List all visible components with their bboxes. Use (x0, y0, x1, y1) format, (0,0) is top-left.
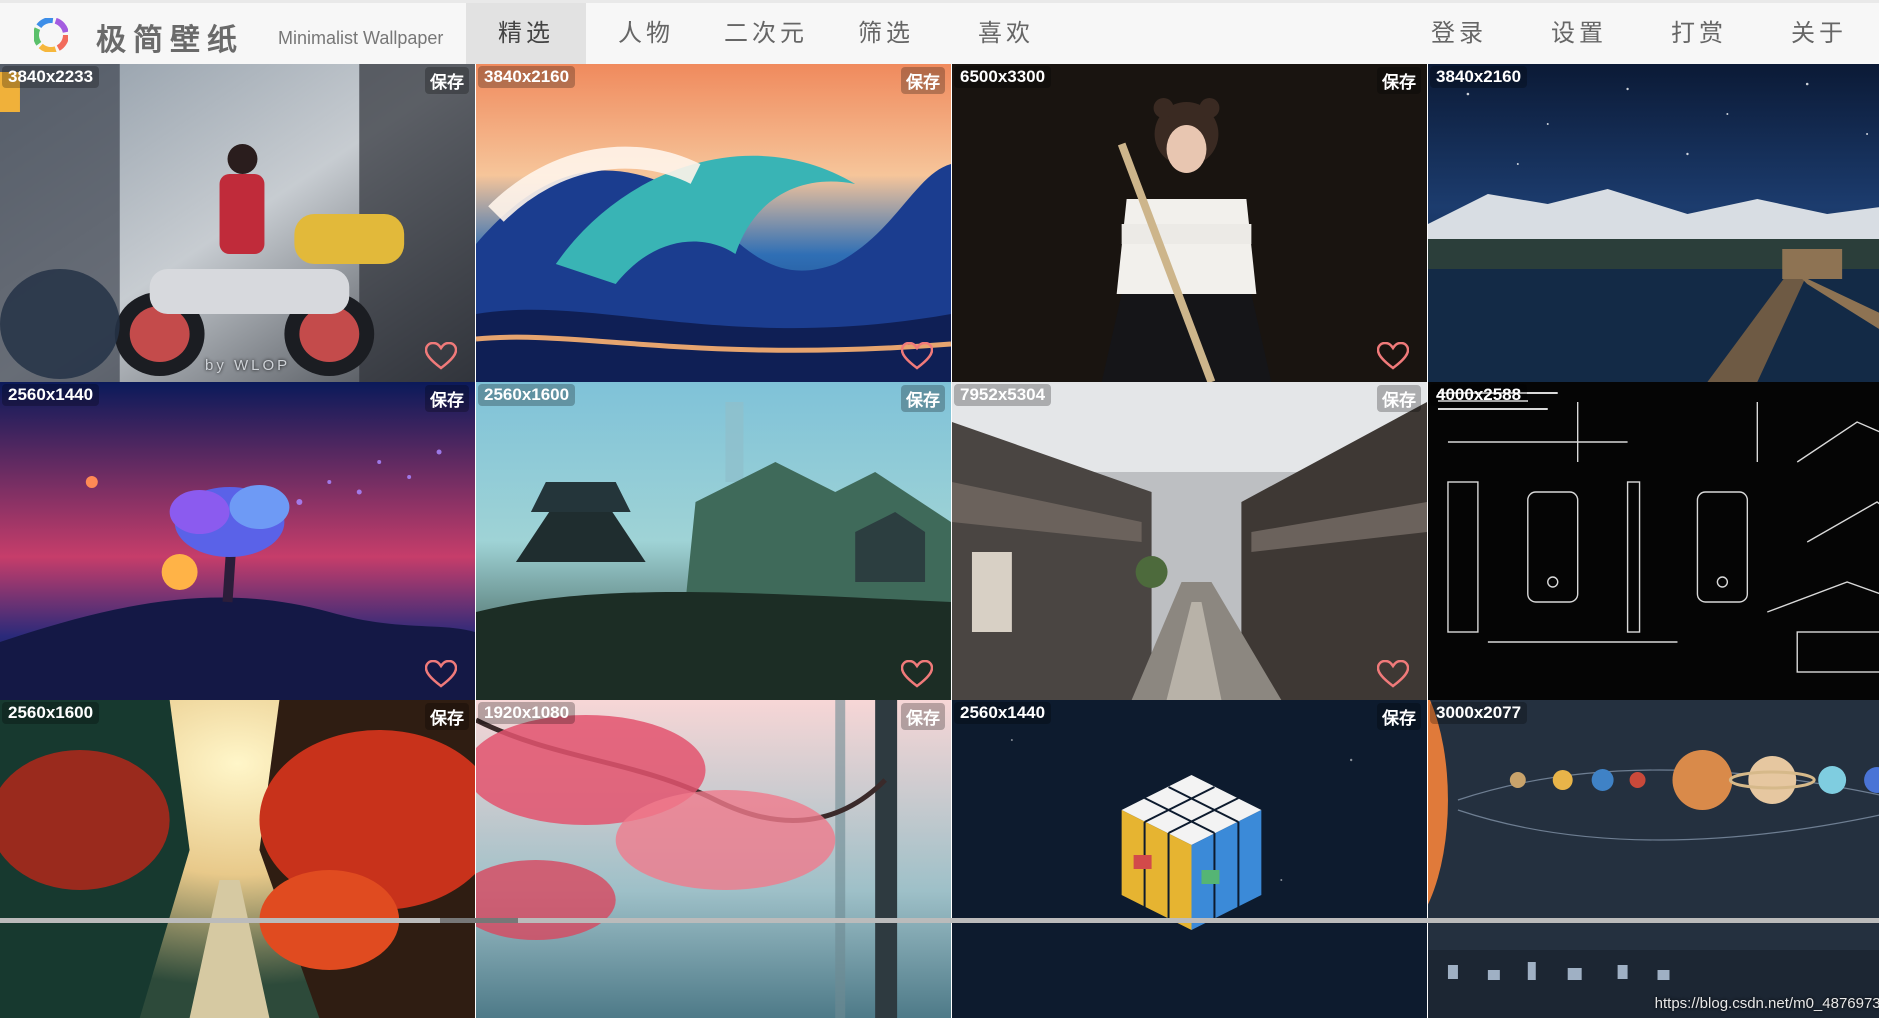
wallpaper-image[interactable] (952, 700, 1427, 1018)
save-button[interactable]: 保存 (901, 385, 945, 412)
brand-title[interactable]: 极简壁纸 (96, 15, 244, 59)
wallpaper-image[interactable] (0, 382, 475, 700)
resolution-label: 3840x2233 (2, 66, 100, 88)
donate-link[interactable]: 打赏 (1639, 3, 1759, 64)
resolution-label: 6500x3300 (954, 66, 1052, 88)
tab-filter[interactable]: 筛选 (826, 3, 946, 64)
wallpaper-image[interactable] (952, 64, 1427, 382)
settings-link[interactable]: 设置 (1519, 3, 1639, 64)
heart-icon[interactable] (425, 660, 457, 688)
resolution-label: 2560x1600 (2, 702, 100, 724)
top-header: 极简壁纸 Minimalist Wallpaper 精选 人物 二次元 筛选 喜… (0, 0, 1879, 64)
save-button[interactable]: 保存 (901, 67, 945, 94)
resolution-label: 3840x2160 (478, 66, 576, 88)
save-button[interactable]: 保存 (901, 703, 945, 730)
wallpaper-card[interactable]: 2560x1600 保存 (476, 382, 952, 700)
wallpaper-card[interactable]: 4000x2588 保存 (1428, 382, 1879, 700)
resolution-label: 4000x2588 (1430, 384, 1528, 406)
save-button[interactable]: 保存 (1377, 67, 1421, 94)
wallpaper-card[interactable]: 6500x3300 保存 (952, 64, 1428, 382)
tab-anime[interactable]: 二次元 (706, 3, 826, 64)
wallpaper-image[interactable] (0, 64, 475, 382)
wallpaper-card[interactable]: 1920x1080 保存 (476, 700, 952, 1018)
heart-icon[interactable] (1377, 660, 1409, 688)
tab-featured[interactable]: 精选 (466, 3, 586, 64)
heart-icon[interactable] (1377, 342, 1409, 370)
save-button[interactable]: 保存 (425, 703, 469, 730)
wallpaper-image[interactable] (1428, 64, 1879, 382)
about-link[interactable]: 关于 (1759, 3, 1879, 64)
horizontal-scrollbar[interactable] (0, 918, 1879, 923)
brand-subtitle: Minimalist Wallpaper (278, 28, 444, 48)
scrollbar-thumb[interactable] (440, 918, 518, 923)
wallpaper-image[interactable] (0, 700, 475, 1018)
wallpaper-card[interactable]: 2560x1440 保存 (952, 700, 1428, 1018)
save-button[interactable]: 保存 (425, 385, 469, 412)
wallpaper-card[interactable]: 2560x1440 保存 (0, 382, 476, 700)
resolution-label: 2560x1440 (2, 384, 100, 406)
artist-signature: by WLOP (205, 357, 291, 374)
wallpaper-image[interactable] (476, 700, 951, 1018)
resolution-label: 1920x1080 (478, 702, 576, 724)
wallpaper-card[interactable]: 3840x2233 保存 by WLOP (0, 64, 476, 382)
save-button[interactable]: 保存 (1377, 703, 1421, 730)
wallpaper-card[interactable]: 3840x2160 保存 (1428, 64, 1879, 382)
wallpaper-grid: 3840x2233 保存 by WLOP 3840x2160 保存 6500x3… (0, 64, 1879, 1018)
wallpaper-image[interactable] (476, 64, 951, 382)
wallpaper-image[interactable] (952, 382, 1427, 700)
logo-icon[interactable] (34, 18, 68, 52)
resolution-label: 2560x1440 (954, 702, 1052, 724)
wallpaper-card[interactable]: 3000x2077 保存 https://blog.csdn.net/m0_48… (1428, 700, 1879, 1018)
watermark-url: https://blog.csdn.net/m0_48769739 (1654, 995, 1879, 1012)
account-nav: 登录 设置 打赏 关于 (1399, 3, 1879, 64)
wallpaper-image[interactable] (1428, 382, 1879, 700)
wallpaper-card[interactable]: 2560x1600 保存 (0, 700, 476, 1018)
main-nav: 精选 人物 二次元 筛选 喜欢 (466, 3, 1066, 64)
save-button[interactable]: 保存 (425, 67, 469, 94)
heart-icon[interactable] (425, 342, 457, 370)
resolution-label: 3840x2160 (1430, 66, 1528, 88)
tab-favorites[interactable]: 喜欢 (946, 3, 1066, 64)
heart-icon[interactable] (901, 342, 933, 370)
login-link[interactable]: 登录 (1399, 3, 1519, 64)
tab-people[interactable]: 人物 (586, 3, 706, 64)
heart-icon[interactable] (901, 660, 933, 688)
resolution-label: 2560x1600 (478, 384, 576, 406)
save-button[interactable]: 保存 (1377, 385, 1421, 412)
wallpaper-image[interactable] (476, 382, 951, 700)
wallpaper-card[interactable]: 3840x2160 保存 (476, 64, 952, 382)
resolution-label: 3000x2077 (1430, 702, 1528, 724)
resolution-label: 7952x5304 (954, 384, 1052, 406)
wallpaper-card[interactable]: 7952x5304 保存 (952, 382, 1428, 700)
wallpaper-image[interactable] (1428, 700, 1879, 1018)
